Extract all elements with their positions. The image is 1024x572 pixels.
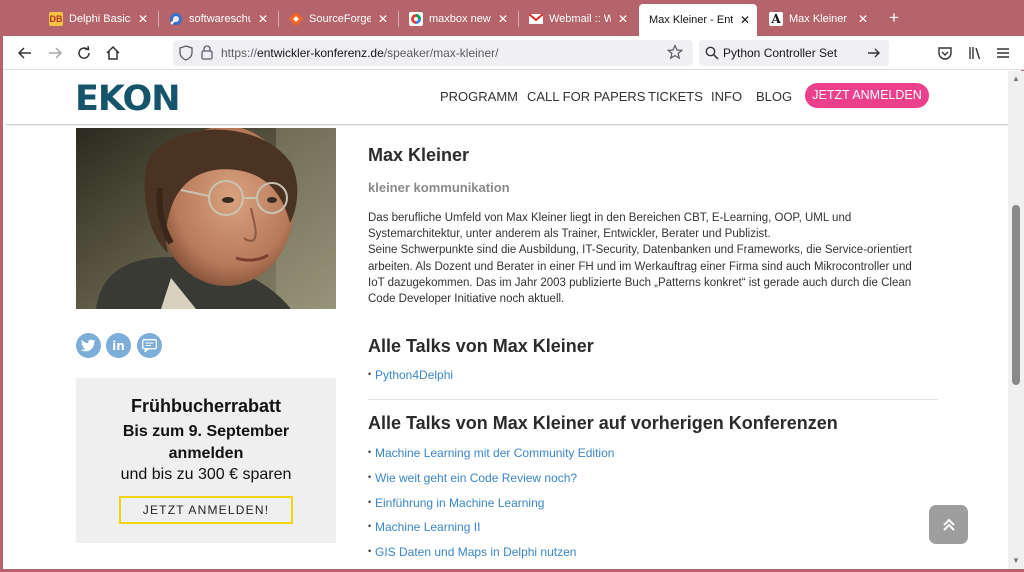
sourceforge-favicon [289, 11, 303, 26]
url-text[interactable]: https://entwickler-konferenz.de/speaker/… [221, 46, 498, 60]
tab-webmail[interactable]: Webmail :: Welco ✕ [519, 5, 635, 32]
previous-talk-link[interactable]: GIS Daten und Maps in Delphi nutzen [368, 545, 576, 559]
tab-title: Max Kleiner - Entwick [649, 14, 733, 26]
search-icon [705, 46, 719, 65]
ekon-logo[interactable]: EKON [75, 79, 181, 119]
scroll-up-arrow-icon[interactable]: ▲ [1011, 75, 1021, 83]
nav-programm[interactable]: PROGRAMM [440, 89, 518, 104]
home-icon[interactable] [103, 43, 123, 63]
tab-maxbox-news[interactable]: maxbox news ✕ [399, 5, 515, 32]
page-scrollbar[interactable]: ▲ ▼ [1008, 71, 1024, 569]
pocket-icon[interactable] [935, 43, 955, 63]
nav-call-for-papers[interactable]: CALL FOR PAPERS [527, 89, 645, 104]
close-icon[interactable]: ✕ [617, 13, 629, 25]
close-icon[interactable]: ✕ [497, 13, 509, 25]
speaker-name: Max Kleiner [368, 145, 470, 165]
tab-max-kleiner-active[interactable]: Max Kleiner - Entwick ✕ [639, 4, 757, 36]
tab-bar: DB Delphi Basics ✕ softwareschule.ch ✕ S… [3, 0, 1024, 36]
scrollbar-thumb[interactable] [1012, 205, 1020, 385]
library-icon[interactable] [965, 43, 985, 63]
tab-title: Max Kleiner | Ber [789, 12, 851, 25]
tab-title: SourceForge - Do [309, 12, 371, 25]
maxbox-favicon [409, 11, 423, 26]
speaker-bio: Das berufliche Umfeld von Max Kleiner li… [368, 210, 928, 307]
tab-softwareschule[interactable]: softwareschule.ch ✕ [159, 5, 275, 32]
menu-hamburger-icon[interactable] [993, 43, 1013, 63]
tab-sourceforge[interactable]: SourceForge - Do ✕ [279, 5, 395, 32]
gmail-favicon [529, 12, 543, 26]
promo-deadline-line1: Bis zum 9. September [122, 423, 290, 440]
tab-title: maxbox news [429, 12, 491, 25]
bio-paragraph-1: Das berufliche Umfeld von Max Kleiner li… [368, 212, 852, 241]
promo-deadline-line2: anmelden [168, 445, 244, 462]
previous-talk-link[interactable]: Wie weit geht ein Code Review noch? [368, 471, 577, 485]
early-bird-promo: Frühbucherrabatt Bis zum 9. September an… [76, 378, 336, 543]
search-bar[interactable]: Python Controller Set [699, 40, 889, 66]
twitter-icon[interactable] [76, 333, 101, 358]
reload-icon[interactable] [74, 43, 94, 63]
previous-talks-heading: Alle Talks von Max Kleiner auf vorherige… [368, 413, 838, 433]
tab-delphi-basics[interactable]: DB Delphi Basics ✕ [39, 5, 155, 32]
tab-max-kleiner-ber[interactable]: A Max Kleiner | Ber ✕ [759, 5, 875, 32]
tab-title: Delphi Basics [69, 12, 131, 25]
back-arrow-icon[interactable] [15, 43, 35, 63]
promo-title: Frühbucherrabatt [130, 396, 281, 416]
divider [368, 399, 938, 400]
search-input[interactable]: Python Controller Set [723, 46, 837, 60]
jetzt-anmelden-button[interactable]: JETZT ANMELDEN [805, 83, 929, 108]
double-chevron-up-icon [942, 518, 955, 531]
talk-link[interactable]: Python4Delphi [368, 368, 453, 382]
bio-paragraph-2: Seine Schwerpunkte sind die Ausbildung, … [368, 244, 912, 306]
chat-icon[interactable] [137, 333, 162, 358]
close-icon[interactable]: ✕ [137, 13, 149, 25]
close-icon[interactable]: ✕ [257, 13, 269, 25]
shield-icon[interactable] [179, 45, 193, 66]
new-tab-plus-icon[interactable]: + [885, 8, 903, 28]
bookmark-star-icon[interactable] [666, 44, 684, 65]
close-icon[interactable]: ✕ [857, 13, 869, 25]
promo-savings: und bis zu 300 € sparen [120, 466, 292, 483]
tab-title: softwareschule.ch [189, 12, 251, 25]
speaker-company: kleiner kommunikation [368, 180, 510, 195]
scroll-to-top-button[interactable] [929, 505, 968, 544]
delphi-basics-favicon: DB [49, 11, 63, 26]
navigation-toolbar: https://entwickler-konferenz.de/speaker/… [3, 36, 1024, 70]
current-talks-heading: Alle Talks von Max Kleiner [368, 336, 594, 356]
close-icon[interactable]: ✕ [377, 13, 389, 25]
speaker-photo [76, 128, 336, 309]
url-path: /speaker/max-kleiner/ [383, 46, 499, 60]
tab-title: Webmail :: Welco [549, 12, 611, 25]
scroll-down-arrow-icon[interactable]: ▼ [1011, 557, 1021, 565]
search-go-arrow-icon[interactable] [867, 46, 881, 65]
url-host: entwickler-konferenz.de [257, 46, 384, 60]
browser-window: DB Delphi Basics ✕ softwareschule.ch ✕ S… [0, 0, 1024, 572]
previous-talk-link[interactable]: Machine Learning II [368, 520, 480, 534]
nav-tickets[interactable]: TICKETS [648, 89, 703, 104]
linkedin-icon[interactable]: in [106, 333, 131, 358]
previous-talk-link[interactable]: Machine Learning mit der Community Editi… [368, 446, 614, 460]
lock-icon[interactable] [201, 45, 213, 65]
page-viewport: EKON PROGRAMM CALL FOR PAPERS TICKETS IN… [6, 71, 1008, 569]
site-header: EKON PROGRAMM CALL FOR PAPERS TICKETS IN… [6, 71, 1008, 125]
nav-info[interactable]: INFO [711, 89, 742, 104]
close-icon[interactable]: ✕ [739, 14, 751, 26]
previous-talk-link[interactable]: Einführung in Machine Learning [368, 496, 544, 510]
softwareschule-favicon [169, 12, 183, 26]
url-bar[interactable]: https://entwickler-konferenz.de/speaker/… [173, 40, 693, 66]
forward-arrow-icon[interactable] [45, 43, 65, 63]
nav-blog[interactable]: BLOG [756, 89, 792, 104]
promo-register-button[interactable]: JETZT ANMELDEN! [119, 496, 293, 524]
promo-deadline: Bis zum 9. September anmelden [76, 421, 336, 465]
url-scheme: https:// [221, 46, 258, 60]
letter-a-favicon: A [769, 11, 783, 26]
